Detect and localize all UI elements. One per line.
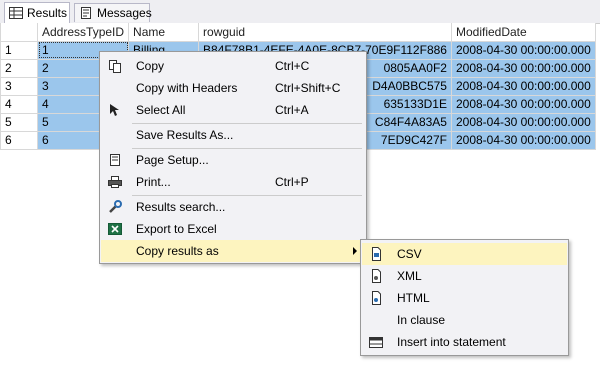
menu-item-label: Page Setup...	[136, 153, 209, 167]
copy-icon	[107, 58, 123, 74]
cell-modifieddate[interactable]: 2008-04-30 00:00:00.000	[450, 112, 596, 132]
row-number[interactable]: 5	[0, 112, 38, 132]
page-setup-icon	[107, 152, 123, 168]
cell-modifieddate[interactable]: 2008-04-30 00:00:00.000	[450, 58, 596, 78]
menu-item-label: Save Results As...	[136, 128, 234, 142]
xml-file-icon	[368, 268, 384, 284]
tab-results-label: Results	[27, 6, 68, 20]
menu-item-label: Select All	[136, 103, 186, 117]
wrench-icon	[107, 199, 123, 215]
menu-item-label: Copy results as	[136, 244, 219, 258]
menu-item-shortcut: Ctrl+A	[275, 103, 309, 117]
menu-item-copy-with-headers[interactable]: Copy with Headers Ctrl+Shift+C	[101, 77, 365, 99]
row-number[interactable]: 6	[0, 130, 38, 150]
cell-modifieddate[interactable]: 2008-04-30 00:00:00.000	[450, 40, 596, 60]
submenu-item-label: Insert into statement	[397, 335, 506, 349]
tab-results[interactable]: Results	[4, 2, 70, 23]
menu-item-save-results-as[interactable]: Save Results As...	[101, 124, 365, 146]
header-row: AddressTypeID Name rowguid ModifiedDate	[0, 23, 596, 42]
menu-item-copy-results-as[interactable]: Copy results as	[101, 240, 365, 262]
tab-messages[interactable]: Messages	[74, 3, 152, 22]
column-header-modifieddate[interactable]: ModifiedDate	[450, 23, 596, 42]
submenu-arrow-icon	[353, 247, 357, 255]
menu-item-label: Copy	[136, 59, 165, 73]
messages-icon	[79, 7, 93, 19]
menu-item-copy[interactable]: Copy Ctrl+C	[101, 55, 365, 77]
select-all-icon	[107, 102, 123, 118]
submenu-item-label: HTML	[397, 291, 430, 305]
menu-item-label: Copy with Headers	[136, 81, 238, 95]
menu-item-label: Print...	[136, 175, 171, 189]
row-number[interactable]: 3	[0, 76, 38, 96]
menu-item-shortcut: Ctrl+C	[275, 59, 310, 73]
cell-modifieddate[interactable]: 2008-04-30 00:00:00.000	[450, 130, 596, 150]
row-number[interactable]: 4	[0, 94, 38, 114]
column-header-name[interactable]: Name	[128, 23, 200, 42]
results-tab-strip: Results Messages	[0, 0, 600, 24]
column-header-addresstypeid[interactable]: AddressTypeID	[36, 23, 130, 42]
menu-item-label: Export to Excel	[136, 222, 217, 236]
context-menu: Copy Ctrl+C Copy with Headers Ctrl+Shift…	[99, 51, 367, 264]
submenu-item-html[interactable]: HTML	[362, 287, 567, 309]
row-number[interactable]: 2	[0, 58, 38, 78]
menu-item-export-to-excel[interactable]: Export to Excel	[101, 218, 365, 240]
menu-item-select-all[interactable]: Select All Ctrl+A	[101, 99, 365, 121]
menu-item-page-setup[interactable]: Page Setup...	[101, 149, 365, 171]
submenu-item-insert-into-statement[interactable]: Insert into statement	[362, 331, 567, 353]
submenu-item-csv[interactable]: CSV	[362, 243, 567, 265]
column-header-rowguid[interactable]: rowguid	[198, 23, 452, 42]
menu-item-shortcut: Ctrl+Shift+C	[275, 81, 341, 95]
menu-item-shortcut: Ctrl+P	[275, 175, 309, 189]
grid-icon	[9, 7, 23, 19]
submenu-item-xml[interactable]: XML	[362, 265, 567, 287]
excel-icon	[107, 221, 123, 237]
csv-file-icon	[368, 246, 384, 262]
tab-messages-label: Messages	[97, 6, 152, 20]
submenu-item-in-clause[interactable]: In clause	[362, 309, 567, 331]
menu-item-results-search[interactable]: Results search...	[101, 196, 365, 218]
submenu-item-label: CSV	[397, 247, 422, 261]
row-number[interactable]: 1	[0, 40, 38, 60]
submenu-item-label: In clause	[397, 313, 446, 327]
copy-results-as-submenu: CSV XML HTML In clause Insert into state…	[360, 239, 569, 356]
cell-modifieddate[interactable]: 2008-04-30 00:00:00.000	[450, 76, 596, 96]
html-file-icon	[368, 290, 384, 306]
menu-item-label: Results search...	[136, 200, 226, 214]
cell-modifieddate[interactable]: 2008-04-30 00:00:00.000	[450, 94, 596, 114]
menu-item-print[interactable]: Print... Ctrl+P	[101, 171, 365, 193]
table-icon	[368, 334, 384, 350]
printer-icon	[107, 174, 123, 190]
row-number-header[interactable]	[0, 23, 38, 42]
submenu-item-label: XML	[397, 269, 422, 283]
